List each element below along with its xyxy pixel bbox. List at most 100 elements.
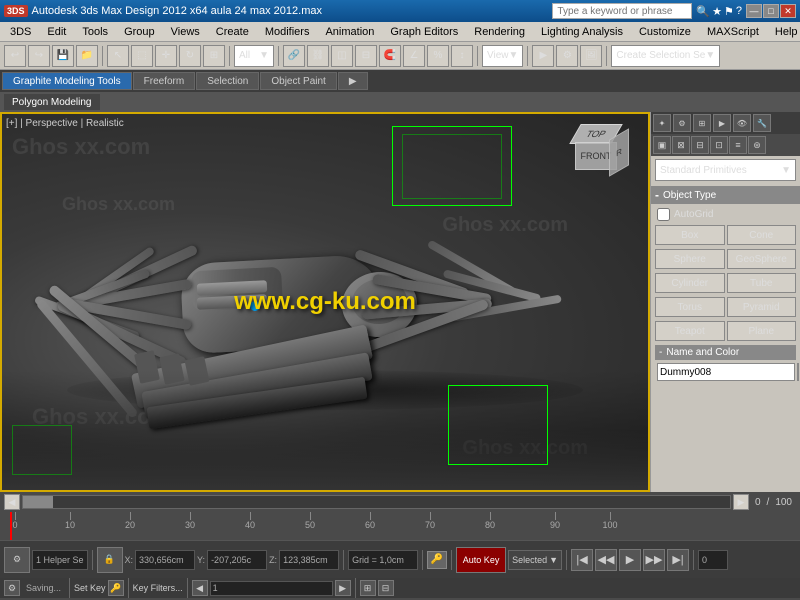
- rp-utils-icon[interactable]: 🔧: [753, 114, 771, 132]
- tab-selection[interactable]: Selection: [196, 72, 259, 90]
- menu-lighting[interactable]: Lighting Analysis: [533, 24, 631, 40]
- menu-maxscript[interactable]: MAXScript: [699, 24, 767, 40]
- frame-counter[interactable]: 0: [698, 550, 728, 570]
- box-button[interactable]: Box: [655, 225, 725, 245]
- menu-tools[interactable]: Tools: [74, 24, 116, 40]
- bb-btn-3[interactable]: ⊟: [378, 580, 394, 596]
- rp-icon-b[interactable]: ⊠: [672, 136, 690, 154]
- name-color-collapse[interactable]: -: [659, 347, 662, 358]
- geosphere-button[interactable]: GeoSphere: [727, 249, 797, 269]
- viewport[interactable]: Ghos xx.com Ghos xx.com Ghos xx.com Ghos…: [0, 112, 650, 492]
- prev-frame-button[interactable]: |◀: [571, 549, 593, 571]
- rp-icon-c[interactable]: ⊟: [691, 136, 709, 154]
- rp-icon-a[interactable]: ▣: [653, 136, 671, 154]
- minimize-button[interactable]: —: [746, 4, 762, 18]
- tab-extra[interactable]: ▶: [338, 72, 368, 90]
- bb-prev-btn[interactable]: ◀: [192, 580, 208, 596]
- tab-objectpaint[interactable]: Object Paint: [260, 72, 336, 90]
- autokey-button[interactable]: Auto Key: [456, 547, 506, 573]
- scale-button[interactable]: ⊞: [203, 45, 225, 67]
- menu-create[interactable]: Create: [208, 24, 257, 40]
- link-button[interactable]: 🔗: [283, 45, 305, 67]
- menu-customize[interactable]: Customize: [631, 24, 699, 40]
- plane-button[interactable]: Plane: [727, 321, 797, 341]
- sphere-button[interactable]: Sphere: [655, 249, 725, 269]
- tab-graphite[interactable]: Graphite Modeling Tools: [2, 72, 132, 90]
- timeline-scrollbar[interactable]: [22, 495, 731, 509]
- menu-animation[interactable]: Animation: [317, 24, 382, 40]
- rp-motion-icon[interactable]: ▶: [713, 114, 731, 132]
- search-input[interactable]: [552, 3, 692, 19]
- cylinder-button[interactable]: Cylinder: [655, 273, 725, 293]
- percent-snap-button[interactable]: %: [427, 45, 449, 67]
- selected-dropdown[interactable]: Selected ▼: [508, 550, 562, 570]
- question-icon[interactable]: ?: [736, 5, 742, 18]
- align-button[interactable]: ⊟: [355, 45, 377, 67]
- y-value-field[interactable]: -207,205c: [207, 550, 267, 570]
- cone-button[interactable]: Cone: [727, 225, 797, 245]
- bb-frame-input[interactable]: [210, 581, 333, 596]
- object-name-input[interactable]: [657, 363, 795, 381]
- render-button[interactable]: ▶: [532, 45, 554, 67]
- pyramid-button[interactable]: Pyramid: [727, 297, 797, 317]
- spinner-snap-button[interactable]: ↕: [451, 45, 473, 67]
- move-button[interactable]: ✛: [155, 45, 177, 67]
- menu-3ds[interactable]: 3DS: [2, 24, 39, 40]
- menu-views[interactable]: Views: [163, 24, 208, 40]
- menu-group[interactable]: Group: [116, 24, 163, 40]
- render-setup-button[interactable]: ⚙: [556, 45, 578, 67]
- redo-button[interactable]: ↪: [28, 45, 50, 67]
- rp-create-icon[interactable]: ✦: [653, 114, 671, 132]
- z-value-field[interactable]: 123,385cm: [279, 550, 339, 570]
- menu-help[interactable]: Help: [767, 24, 800, 40]
- unlink-button[interactable]: ⛓: [307, 45, 329, 67]
- open-button[interactable]: 📁: [76, 45, 98, 67]
- mirror-button[interactable]: ◫: [331, 45, 353, 67]
- primitives-dropdown[interactable]: Standard Primitives ▼: [655, 159, 796, 181]
- rp-display-icon[interactable]: 👁: [733, 114, 751, 132]
- next-frame-button[interactable]: ▶|: [667, 549, 689, 571]
- bb-btn-1[interactable]: ⚙: [4, 580, 20, 596]
- next-key-button[interactable]: ▶▶: [643, 549, 665, 571]
- tab-freeform[interactable]: Freeform: [133, 72, 196, 90]
- menu-graph[interactable]: Graph Editors: [382, 24, 466, 40]
- select-region-button[interactable]: ⬚: [131, 45, 153, 67]
- tube-button[interactable]: Tube: [727, 273, 797, 293]
- bb-key-btn[interactable]: 🔑: [108, 580, 124, 596]
- snap-button[interactable]: 🧲: [379, 45, 401, 67]
- timeline-playhead[interactable]: [10, 512, 12, 540]
- sb-icon-1[interactable]: ⚙: [4, 547, 30, 573]
- x-value-field[interactable]: 330,656cm: [135, 550, 195, 570]
- bb-btn-2[interactable]: ⊞: [360, 580, 376, 596]
- view-dropdown[interactable]: View ▼: [482, 45, 523, 67]
- rp-icon-f[interactable]: ⊛: [748, 136, 766, 154]
- play-button[interactable]: ▶: [619, 549, 641, 571]
- rp-modify-icon[interactable]: ⚙: [673, 114, 691, 132]
- menu-edit[interactable]: Edit: [39, 24, 74, 40]
- viewcube[interactable]: TOP FRONT R: [563, 124, 628, 189]
- create-selection-dropdown[interactable]: Create Selection Se ▼: [611, 45, 720, 67]
- autogrid-checkbox[interactable]: [657, 208, 670, 221]
- sb-icon-2[interactable]: 🔒: [97, 547, 123, 573]
- polygon-modeling-tab[interactable]: Polygon Modeling: [4, 94, 100, 110]
- prev-key-button[interactable]: ◀◀: [595, 549, 617, 571]
- select-button[interactable]: ↖: [107, 45, 129, 67]
- rp-icon-d[interactable]: ⊡: [710, 136, 728, 154]
- bb-next-btn[interactable]: ▶: [335, 580, 351, 596]
- save-button[interactable]: 💾: [52, 45, 74, 67]
- torus-button[interactable]: Torus: [655, 297, 725, 317]
- angle-snap-button[interactable]: ∠: [403, 45, 425, 67]
- rp-icon-e[interactable]: ≡: [729, 136, 747, 154]
- render-frame-button[interactable]: 🖼: [580, 45, 602, 67]
- undo-button[interactable]: ↩: [4, 45, 26, 67]
- menu-rendering[interactable]: Rendering: [466, 24, 533, 40]
- tl-left-btn[interactable]: ◀: [4, 494, 20, 510]
- tl-right-btn[interactable]: ▶: [733, 494, 749, 510]
- rotate-button[interactable]: ↻: [179, 45, 201, 67]
- maximize-button[interactable]: □: [763, 4, 779, 18]
- key-icon[interactable]: 🔑: [427, 551, 447, 569]
- teapot-button[interactable]: Teapot: [655, 321, 725, 341]
- menu-modifiers[interactable]: Modifiers: [257, 24, 318, 40]
- rp-hierarchy-icon[interactable]: ⊞: [693, 114, 711, 132]
- object-type-collapse[interactable]: -: [655, 188, 659, 202]
